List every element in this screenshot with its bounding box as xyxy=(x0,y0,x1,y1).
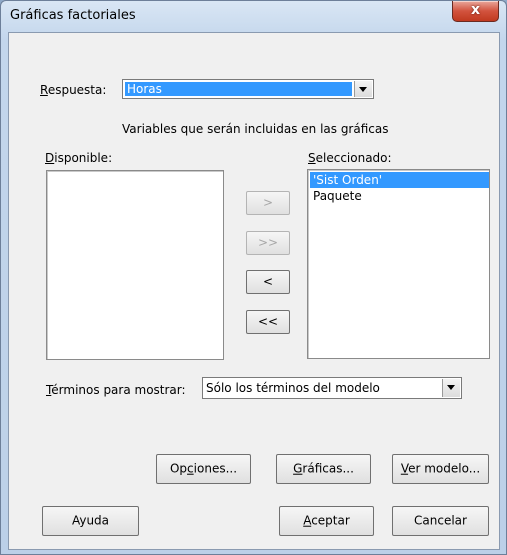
cancel-button[interactable]: Cancelar xyxy=(392,506,489,536)
close-icon: x xyxy=(470,2,481,18)
chevron-down-icon[interactable] xyxy=(442,379,460,397)
seleccionado-listbox[interactable]: 'Sist Orden' Paquete xyxy=(307,169,490,359)
window-title: Gráficas factoriales xyxy=(10,8,136,23)
ok-button[interactable]: Aceptar xyxy=(279,506,374,536)
remove-selected-button[interactable]: < xyxy=(246,270,290,294)
disponible-label: Disponible: xyxy=(45,151,113,165)
terminos-dropdown[interactable]: Sólo los términos del modelo xyxy=(202,377,462,399)
title-bar[interactable]: Gráficas factoriales x xyxy=(1,1,506,33)
chevron-down-icon[interactable] xyxy=(354,81,372,97)
respuesta-value: Horas xyxy=(125,82,352,96)
section-caption: Variables que serán incluidas en las grá… xyxy=(122,122,389,136)
list-item[interactable]: Paquete xyxy=(310,188,489,204)
terminos-label: Términos para mostrar: xyxy=(46,383,186,397)
opciones-button[interactable]: Opciones... xyxy=(156,454,251,484)
dialog-client-area: Respuesta: Horas Variables que serán inc… xyxy=(8,32,500,550)
respuesta-dropdown[interactable]: Horas xyxy=(122,79,374,99)
graficas-button[interactable]: Gráficas... xyxy=(276,454,371,484)
close-button[interactable]: x xyxy=(452,1,499,22)
add-all-button[interactable]: >> xyxy=(246,231,290,255)
remove-all-button[interactable]: << xyxy=(246,310,290,334)
seleccionado-label: Seleccionado: xyxy=(308,151,392,165)
help-button[interactable]: Ayuda xyxy=(42,506,139,536)
list-item[interactable]: 'Sist Orden' xyxy=(310,172,489,188)
dialog-window: Gráficas factoriales x Respuesta: Horas … xyxy=(0,0,507,555)
ver-modelo-button[interactable]: Ver modelo... xyxy=(392,454,489,484)
respuesta-label: Respuesta: xyxy=(40,83,107,97)
disponible-listbox[interactable] xyxy=(46,170,224,360)
terminos-value: Sólo los términos del modelo xyxy=(206,381,380,395)
add-selected-button[interactable]: > xyxy=(246,191,290,215)
